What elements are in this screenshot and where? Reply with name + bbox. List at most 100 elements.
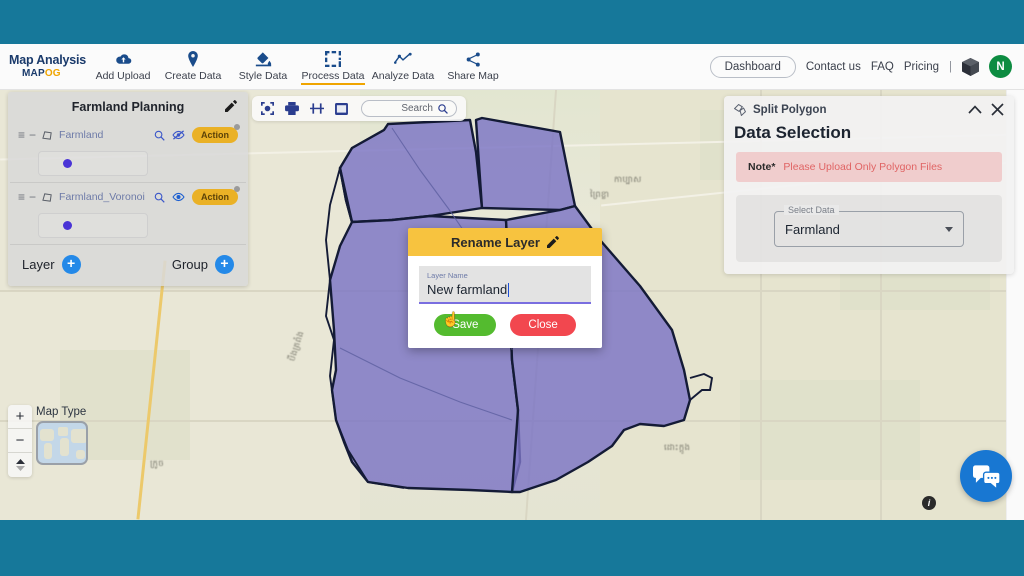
nav-label-process-data: Process Data [301,70,365,85]
close-icon[interactable] [991,103,1004,116]
layer-style-swatch-farmland[interactable] [38,151,148,176]
nav-label-create-data: Create Data [164,69,222,82]
layer-action-button-farmland-voronoi[interactable]: Action [192,186,240,205]
nav-item-share-map[interactable]: Share Map [438,49,508,82]
note-text: Please Upload Only Polygon Files [783,161,943,173]
share-icon [466,51,481,68]
save-button-label: Save [452,319,479,331]
polygon-icon [42,130,53,141]
color-swatch [63,221,72,230]
analytics-icon [394,51,412,68]
zoom-in-button[interactable]: + [8,405,32,429]
zoom-out-button[interactable]: − [8,429,32,453]
layer-name-field-label: Layer Name [427,271,468,280]
layer-action-button-farmland[interactable]: Action [192,124,240,143]
map-search-label: Search [401,103,433,114]
drag-handle-icon[interactable]: ≡ [18,190,25,204]
eye-off-icon[interactable] [172,130,185,140]
rename-layer-modal: Rename Layer Layer Name New farmland Sav… [408,228,602,348]
layer-panel-header: Farmland Planning [8,92,248,121]
brand-subtitle-b: OG [44,68,61,80]
layer-panel-title: Farmland Planning [71,100,185,114]
note-label: Note* [748,161,776,173]
nav-item-process-data[interactable]: Process Data [298,49,368,85]
layer-name-field[interactable]: Layer Name New farmland [419,266,591,304]
rename-layer-modal-actions: Save ☝ Close [419,311,591,336]
brand-subtitle-a: MAP [22,68,45,80]
layer-action-label: Action [201,192,229,202]
app-header: Map Analysis MAPOG Add Upload Create Dat… [0,44,1024,90]
map-type-control[interactable]: Map Type [36,406,88,465]
nav-item-add-upload[interactable]: Add Upload [88,49,158,82]
close-button[interactable]: Close [510,314,576,336]
rename-layer-modal-title: Rename Layer [451,234,540,250]
zoom-to-layer-icon[interactable] [154,130,165,141]
chat-bubbles-icon[interactable] [960,450,1012,502]
add-group-button[interactable]: Group + [172,255,234,274]
map-search-input[interactable]: Search [361,100,457,117]
cube-icon[interactable] [962,57,979,76]
layer-name-farmland-voronoi[interactable]: Farmland_Voronoi [59,191,145,203]
split-polygon-panel: Split Polygon Data Selection Note* Pleas… [724,96,1014,274]
dashboard-button[interactable]: Dashboard [709,55,796,78]
search-icon [438,103,448,114]
nav-item-create-data[interactable]: Create Data [158,49,228,82]
top-bezel-band [0,0,1024,44]
minus-icon[interactable]: − [29,190,36,204]
map-label: កាប្បាស [614,174,642,184]
compare-swipe-icon[interactable] [310,102,324,115]
layer-name-input-value: New farmland [427,282,508,297]
brand-title: Map Analysis [9,52,87,67]
plus-circle-icon: + [61,255,81,274]
select-data-dropdown[interactable]: Select Data Farmland [774,205,964,247]
map-info-button[interactable]: i [922,496,936,510]
minus-icon[interactable]: − [29,128,36,142]
avatar[interactable]: N [989,55,1012,78]
app-root: Map Analysis MAPOG Add Upload Create Dat… [0,0,1024,576]
layer-name-input[interactable]: New farmland [427,281,583,298]
contact-us-link[interactable]: Contact us [806,61,861,73]
map-zoom-controls: + − [8,405,32,477]
layer-style-swatch-farmland-voronoi[interactable] [38,213,148,238]
nav-label-style-data: Style Data [238,69,288,82]
upload-note: Note* Please Upload Only Polygon Files [736,152,1002,182]
split-polygon-title: Split Polygon [753,103,827,116]
eye-icon[interactable] [172,192,185,202]
pricing-link[interactable]: Pricing [904,61,939,73]
pencil-icon[interactable] [225,100,237,112]
paint-bucket-icon [255,51,272,68]
brand-subtitle: MAPOG [9,69,88,79]
drag-handle-icon[interactable]: ≡ [18,128,25,142]
nav-item-analyze-data[interactable]: Analyze Data [368,49,438,82]
select-data-card: Select Data Farmland [736,195,1002,262]
dashed-square-icon [325,51,341,68]
split-polygon-panel-header: Split Polygon [724,96,1014,118]
map-label: ដោះក្ដូង [664,442,691,452]
brand-logo[interactable]: Map Analysis MAPOG [0,54,88,80]
polygon-icon [42,192,53,203]
map-pin-icon [186,51,200,68]
cloud-upload-icon [115,51,132,68]
add-layer-button[interactable]: Layer + [22,255,81,274]
save-button[interactable]: Save ☝ [434,311,497,336]
nav-item-style-data[interactable]: Style Data [228,49,298,82]
chevron-down-icon [945,226,953,232]
select-data-legend: Select Data [784,205,839,215]
world-map-thumbnail[interactable] [36,421,88,465]
layer-name-farmland[interactable]: Farmland [59,129,103,141]
fit-extent-icon[interactable] [261,102,274,115]
faq-link[interactable]: FAQ [871,61,894,73]
data-selection-heading: Data Selection [734,123,852,142]
add-layer-label: Layer [22,257,55,272]
layer-row-farmland-voronoi: ≡ − Farmland_Voronoi Action [10,183,246,238]
compass-icon[interactable] [8,453,32,477]
layer-action-badge [234,124,240,130]
primary-nav: Add Upload Create Data Style Data Proces… [88,49,508,85]
print-icon[interactable] [285,102,299,115]
map-toolbar: Search [252,96,466,121]
zoom-to-layer-icon[interactable] [154,192,165,203]
layer-row-farmland: ≡ − Farmland Action [10,121,246,176]
map-label: ព្រៃខ្លា [590,189,610,199]
legend-panel-icon[interactable] [335,102,348,115]
chevron-up-icon[interactable] [968,105,982,114]
